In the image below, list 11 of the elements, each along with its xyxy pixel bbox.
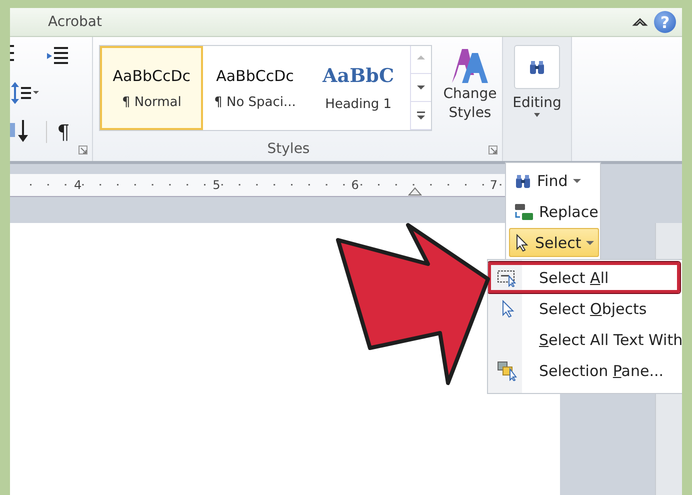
style-name: Heading 1 [325,96,392,112]
ruler-number: 6 [351,178,359,192]
style-preview: AaBbC [322,64,394,86]
ruler-number: 4 [74,178,82,192]
ruler-number: 5 [212,178,220,192]
style-name: ¶ No Spaci... [214,94,296,110]
ruler-number: 7 [490,178,498,192]
group-label: Styles [266,141,311,159]
style-preview: AaBbCcDc [112,66,191,84]
style-name: ¶ Normal [122,94,182,110]
style-preview: AaBbCcDc [216,66,294,84]
